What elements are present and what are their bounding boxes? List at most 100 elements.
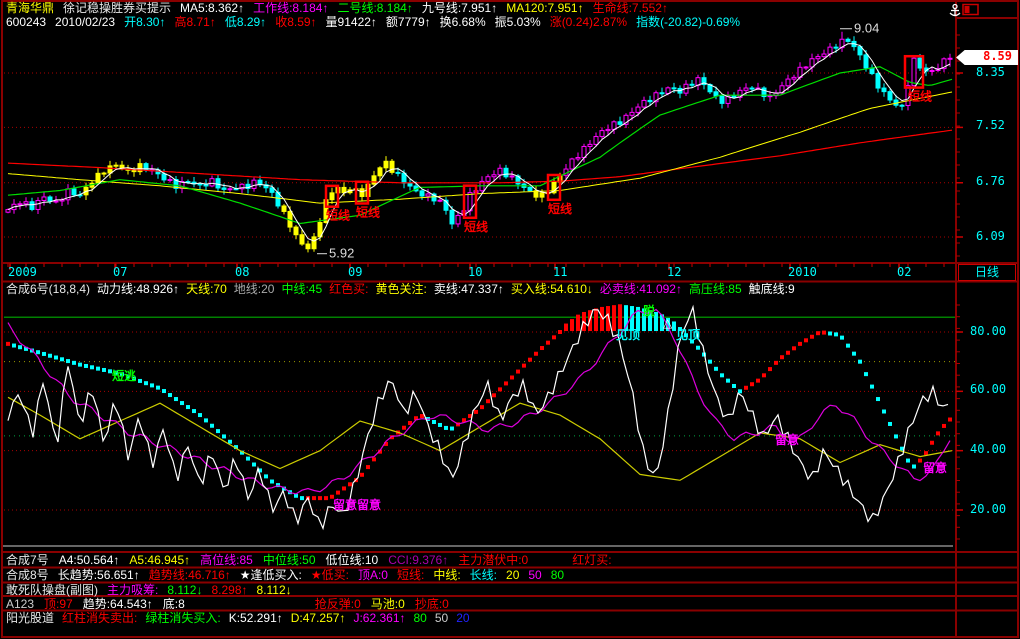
text-segment: 2010/02/23: [55, 15, 116, 29]
text-segment: 600243: [6, 15, 47, 29]
signal-text-annotation: 脱: [643, 304, 656, 318]
status-row-hecheng8: 合成8号 长趋势:56.651↑ 趋势线:46.716↑ ★逢低买入: ★低买: 顶A:0…: [6, 569, 564, 582]
text-segment: 马池:0: [370, 597, 405, 611]
short-line-signal-label: 短线: [464, 219, 488, 234]
text-segment: 触底线:9: [748, 282, 795, 296]
text-segment: 红灯买:: [572, 553, 612, 567]
text-segment: 黄色关注:: [375, 282, 427, 296]
text-segment: 80: [550, 568, 565, 582]
text-segment: 收8.59↑: [275, 15, 317, 29]
price-axis-label: 7.52: [976, 118, 1005, 132]
signal-text-annotation: 留意: [775, 433, 800, 447]
text-segment: 振5.03%: [494, 15, 541, 29]
text-segment: 高8.71↑: [174, 15, 216, 29]
text-segment: 8.112↓: [167, 583, 203, 597]
text-segment: 趋势线:46.716↑: [148, 568, 231, 582]
text-segment: 低位线:10: [325, 553, 379, 567]
text-segment: 20: [456, 611, 470, 625]
text-segment: 敢死队操盘(副图): [6, 583, 98, 597]
text-segment: 动力线:48.926↑: [97, 282, 180, 296]
text-segment: 底:8: [162, 597, 185, 611]
text-segment: 趋势:64.543↑: [82, 597, 153, 611]
text-segment: 抄底:0: [414, 597, 449, 611]
text-segment: 50: [434, 611, 449, 625]
text-segment: 长趋势:56.651↑: [57, 568, 140, 582]
text-segment: 主力潜伏中:0: [458, 553, 529, 567]
text-segment: 抢反弹:0: [314, 597, 361, 611]
text-segment: 量91422↑: [325, 15, 377, 29]
text-segment: 买入线:54.610↓: [510, 282, 593, 296]
sub-indicator-header: 合成6号(18,8,4) 动力线:48.926↑ 天线:70 地线:20 中线:45 红色…: [6, 283, 795, 296]
text-segment: 涨(0.24)2.87%: [549, 15, 628, 29]
text-segment: 8.112↓: [256, 583, 292, 597]
signal-text-annotation: △: [663, 316, 673, 330]
header-quote-values: 600243 2010/02/23 开8.30↑ 高8.71↑ 低8.29↑ 收8.59↑…: [6, 16, 740, 29]
x-axis-label: 09: [348, 265, 363, 279]
text-segment: K:52.291↑: [228, 611, 283, 625]
signal-text-annotation: 短逃: [112, 369, 137, 383]
x-axis-label: 07: [113, 265, 128, 279]
status-row-hecheng7: 合成7号 A4:50.564↑ A5:46.945↑ 高位线:85 中位线:50 低位线:…: [6, 554, 612, 567]
status-row-gansidui: 敢死队操盘(副图) 主力吸筹: 8.112↓ 8.298↑ 8.112↓: [6, 584, 292, 597]
text-segment: 顶:97: [44, 597, 73, 611]
x-axis-label: 11: [553, 265, 568, 279]
oscillator-axis-label: 60.00: [970, 382, 1007, 396]
window-layout-icon[interactable]: [962, 3, 979, 16]
text-segment: 短线:: [396, 568, 425, 582]
price-axis-label: 6.09: [976, 229, 1005, 243]
chart-canvas[interactable]: 短线 短线短线短线短线9.045.92: [0, 0, 1020, 639]
text-segment: A4:50.564↑: [58, 553, 120, 567]
text-segment: 中位线:50: [262, 553, 316, 567]
text-segment: 合成8号: [6, 568, 49, 582]
signal-text-annotation: 留意: [923, 461, 948, 475]
price-axis-label: 6.76: [976, 174, 1005, 188]
text-segment: 合成6号(18,8,4): [6, 282, 91, 296]
text-segment: 低8.29↑: [224, 15, 267, 29]
x-axis-label: 08: [235, 265, 250, 279]
text-segment: 卖线:47.337↑: [433, 282, 504, 296]
x-axis-label: 2009: [8, 265, 37, 279]
text-segment: 指数(-20.82)-0.69%: [636, 15, 741, 29]
oscillator-axis-label: 20.00: [970, 502, 1007, 516]
x-axis-label: 02: [897, 265, 912, 279]
text-segment: 主力吸筹:: [107, 583, 159, 597]
text-segment: 阳光股道: [6, 611, 55, 625]
text-segment: 中线:45: [281, 282, 323, 296]
text-segment: 生命线:7.552↑: [592, 1, 668, 15]
text-segment: 天线:70: [186, 282, 227, 296]
text-segment: 高压线:85: [688, 282, 742, 296]
text-segment: 20: [506, 568, 520, 582]
text-segment: ★低买:: [310, 568, 349, 582]
text-segment: 长线:: [469, 568, 498, 582]
text-segment: 红柱消失卖出:: [62, 611, 138, 625]
text-segment: MA120:7.951↑: [506, 1, 584, 15]
text-segment: CCI:9.376↑: [388, 553, 449, 567]
text-segment: 地线:20: [233, 282, 275, 296]
oscillator-axis-label: 80.00: [970, 324, 1007, 338]
text-segment: 高位线:85: [200, 553, 253, 567]
text-segment: 徐记稳操胜券买提示: [63, 1, 172, 15]
price-axis-label: 8.35: [976, 65, 1005, 79]
x-axis-label: 12: [667, 265, 682, 279]
signal-text-annotation: 见顶: [676, 328, 701, 342]
text-segment: 工作线:8.184↑: [253, 1, 329, 15]
high-price-annotation: 9.04: [854, 21, 879, 36]
signal-text-annotation: 留意留意: [333, 498, 382, 512]
oscillator-panel[interactable]: [6, 304, 953, 531]
stock-app-window: 短线 短线 短线 短线 短线 9.04 5.92 青海华鼎 徐记稳操胜券买提示 MA5:8.36…: [0, 0, 1020, 639]
oscillator-axis-label: 40.00: [970, 442, 1007, 456]
status-row-a123: A123 顶:97 趋势:64.543↑ 底:8 抢反弹:0 马池:0 抄底:0: [6, 598, 449, 611]
text-segment: A5:46.945↑: [129, 553, 191, 567]
text-segment: 必卖线:41.092↑: [599, 282, 682, 296]
text-segment: 青海华鼎: [6, 1, 55, 15]
text-segment: 九号线:7.951↑: [421, 1, 498, 15]
text-segment: 换6.68%: [439, 15, 486, 29]
short-line-signal-label: 短线: [908, 89, 932, 104]
text-segment: 额7779↑: [385, 15, 431, 29]
text-segment: 50: [528, 568, 542, 582]
text-segment: D:47.257↑: [290, 611, 346, 625]
text-segment: 8.298↑: [211, 583, 248, 597]
period-selector[interactable]: 日线: [958, 264, 1016, 281]
text-segment: 开8.30↑: [124, 15, 166, 29]
status-row-yangguang: 阳光股道 红柱消失卖出: 绿柱消失买入: K:52.291↑ D:47.257↑ J:62…: [6, 612, 470, 625]
